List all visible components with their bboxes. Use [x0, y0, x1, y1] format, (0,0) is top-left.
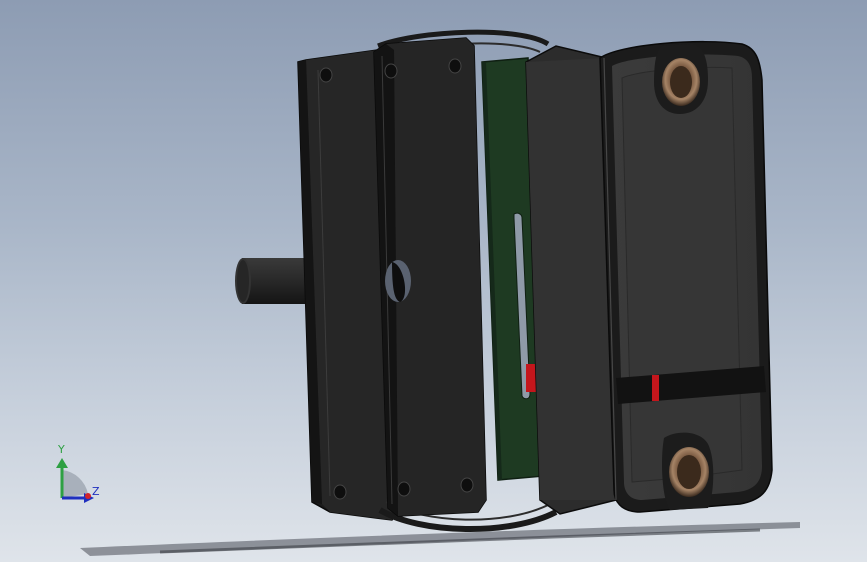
mid-plate-hole-top-left [384, 63, 398, 79]
mid-plate-hole-bottom-left [397, 481, 411, 497]
pcb-led [526, 364, 536, 392]
z-axis-label: Z [92, 485, 100, 498]
back-plate-hole-top [319, 67, 333, 83]
mid-plate[interactable] [373, 37, 487, 517]
back-plate-hole-bottom [333, 484, 347, 500]
top-grommet [654, 44, 708, 114]
indicator-led [652, 375, 659, 401]
front-housing[interactable] [525, 40, 773, 515]
shaft[interactable] [235, 258, 308, 304]
mid-plate-hole-bottom-right [460, 477, 474, 493]
mid-plate-hole-top-right [448, 58, 462, 74]
bottom-grommet [662, 432, 714, 510]
mid-plate-shaft-hole [385, 260, 411, 302]
coordinate-triad [56, 458, 94, 503]
y-axis-label: Y [58, 443, 65, 456]
cad-viewport[interactable]: Y Z [0, 0, 867, 562]
x-axis-dot [85, 493, 91, 499]
